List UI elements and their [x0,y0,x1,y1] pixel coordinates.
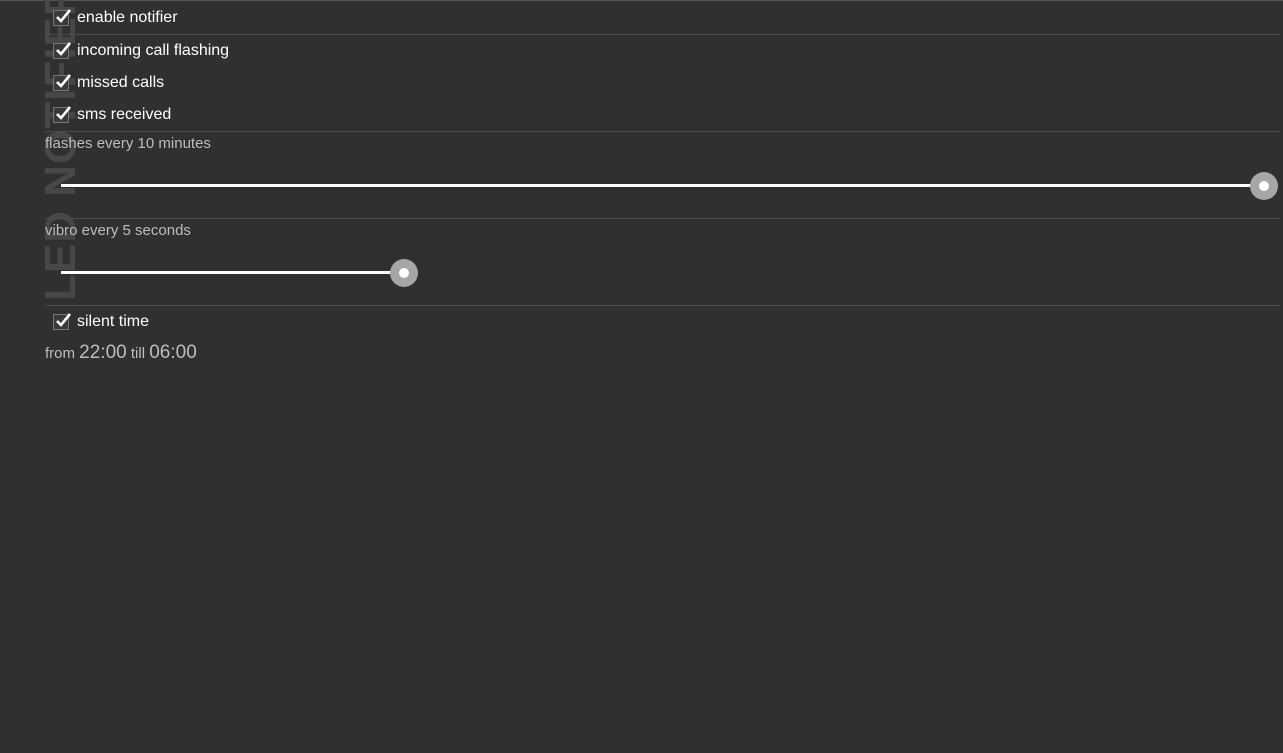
checkbox-checked-icon [53,313,72,330]
till-time[interactable]: 06:00 [149,342,197,363]
sms-received-checkbox[interactable]: sms received [53,104,171,126]
divider [45,218,1280,219]
checkbox-label: sms received [77,106,172,123]
till-label: till [130,345,146,362]
incoming-call-flashing-checkbox[interactable]: incoming call flashing [53,40,229,62]
from-time[interactable]: 22:00 [79,342,127,363]
flash-interval-label: flashes every 10 minutes [45,135,211,152]
checkbox-label: missed calls [77,74,165,91]
checkbox-label: enable notifier [77,9,178,26]
checkbox-label: incoming call flashing [77,42,230,59]
checkbox-checked-icon [53,42,72,59]
divider [45,305,1280,306]
from-label: from [45,345,75,362]
slider-thumb[interactable] [1250,172,1278,200]
slider-thumb[interactable] [389,259,418,287]
divider [45,34,1280,35]
checkbox-checked-icon [53,106,72,123]
checkbox-label: silent time [77,313,150,330]
silent-time-checkbox[interactable]: silent time [53,311,149,333]
enable-notifier-checkbox[interactable]: enable notifier [53,7,178,29]
slider-track [61,271,404,274]
silent-time-range: from 22:00 till 06:00 [45,342,197,364]
divider [45,131,1280,132]
checkbox-checked-icon [53,9,72,26]
missed-calls-checkbox[interactable]: missed calls [53,72,164,94]
slider-track [61,184,1264,187]
vibro-interval-label: vibro every 5 seconds [45,222,191,239]
checkbox-checked-icon [53,74,72,91]
